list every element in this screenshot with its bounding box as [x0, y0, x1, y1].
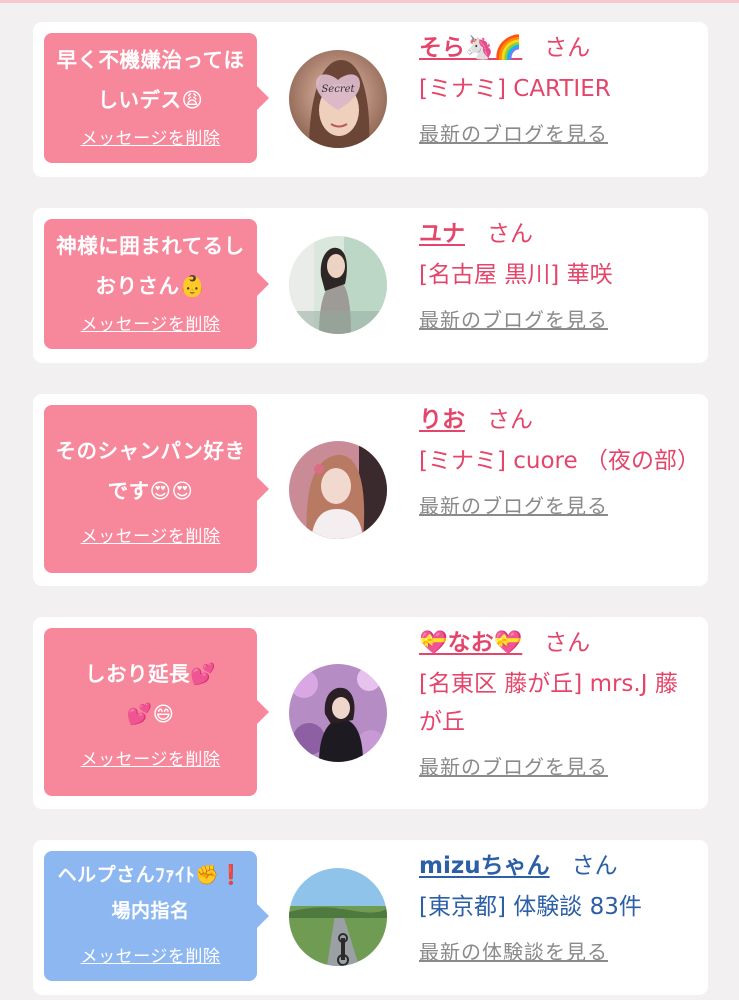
message-text: 神様に囲まれてるしおりさん👶: [56, 234, 245, 298]
shop-info: [ミナミ] cuore （夜の部）: [419, 448, 700, 474]
delete-message-link[interactable]: メッセージを削除: [44, 942, 257, 967]
latest-blog-link[interactable]: 最新のブログを見る: [419, 490, 608, 519]
honorific: さん: [571, 853, 618, 879]
delete-message-link[interactable]: メッセージを削除: [44, 124, 257, 149]
latest-blog-link[interactable]: 最新のブログを見る: [419, 118, 608, 147]
message-bubble: 神様に囲まれてるしおりさん👶 メッセージを削除: [44, 219, 269, 349]
shop-info: [ミナミ] CARTIER: [419, 76, 611, 102]
delete-message-link[interactable]: メッセージを削除: [44, 310, 257, 335]
message-text: そのシャンパン好きです😍😍: [55, 439, 246, 503]
avatar[interactable]: [289, 664, 387, 762]
top-divider: [0, 0, 739, 3]
message-bubble: ヘルプさんﾌｧｲﾄ✊❗場内指名 メッセージを削除: [44, 851, 269, 981]
message-text: 早く不機嫌治ってほしいデス😩: [56, 48, 245, 112]
message-card: 神様に囲まれてるしおりさん👶 メッセージを削除 ユナ さん [名古屋 黒川] 華咲…: [33, 208, 708, 363]
sender-name-link[interactable]: りお: [419, 407, 465, 433]
shop-info: [名古屋 黒川] 華咲: [419, 262, 613, 288]
latest-blog-link[interactable]: 最新のブログを見る: [419, 304, 608, 333]
sender-name-link[interactable]: ユナ: [419, 221, 465, 247]
message-text: しおり延長💕💕😄: [84, 662, 217, 726]
honorific: さん: [544, 630, 591, 656]
avatar[interactable]: [289, 868, 387, 966]
reviewer-name-link[interactable]: mizuちゃん: [419, 853, 550, 879]
avatar[interactable]: Secret: [289, 50, 387, 148]
latest-review-link[interactable]: 最新の体験談を見る: [419, 936, 608, 965]
avatar[interactable]: [289, 441, 387, 539]
honorific: さん: [487, 407, 533, 433]
message-card: ヘルプさんﾌｧｲﾄ✊❗場内指名 メッセージを削除 mizuちゃん さん [東京都]…: [33, 840, 708, 995]
message-text: ヘルプさんﾌｧｲﾄ✊❗場内指名: [57, 864, 244, 922]
delete-message-link[interactable]: メッセージを削除: [44, 745, 257, 770]
sender-name-link[interactable]: 💝なお💝: [419, 630, 522, 656]
honorific: さん: [487, 221, 533, 247]
svg-text:Secret: Secret: [321, 84, 355, 95]
honorific: さん: [544, 35, 591, 61]
message-card: 早く不機嫌治ってほしいデス😩 メッセージを削除 Secret そら🦄🌈 さん [ミ…: [33, 22, 708, 177]
avatar[interactable]: [289, 236, 387, 334]
latest-blog-link[interactable]: 最新のブログを見る: [419, 751, 608, 780]
message-card: しおり延長💕💕😄 メッセージを削除 💝なお💝 さん [名東区 藤が丘] mrs.J…: [33, 617, 708, 809]
message-bubble: 早く不機嫌治ってほしいデス😩 メッセージを削除: [44, 33, 269, 163]
message-bubble: しおり延長💕💕😄 メッセージを削除: [44, 628, 269, 796]
shop-info: [名東区 藤が丘] mrs.J 藤が丘: [419, 671, 678, 735]
delete-message-link[interactable]: メッセージを削除: [44, 522, 257, 547]
sender-name-link[interactable]: そら🦄🌈: [419, 35, 522, 61]
review-info: [東京都] 体験談 83件: [419, 894, 642, 920]
message-bubble: そのシャンパン好きです😍😍 メッセージを削除: [44, 405, 269, 573]
message-card: そのシャンパン好きです😍😍 メッセージを削除 りお さん [ミナミ] cuore …: [33, 394, 708, 586]
